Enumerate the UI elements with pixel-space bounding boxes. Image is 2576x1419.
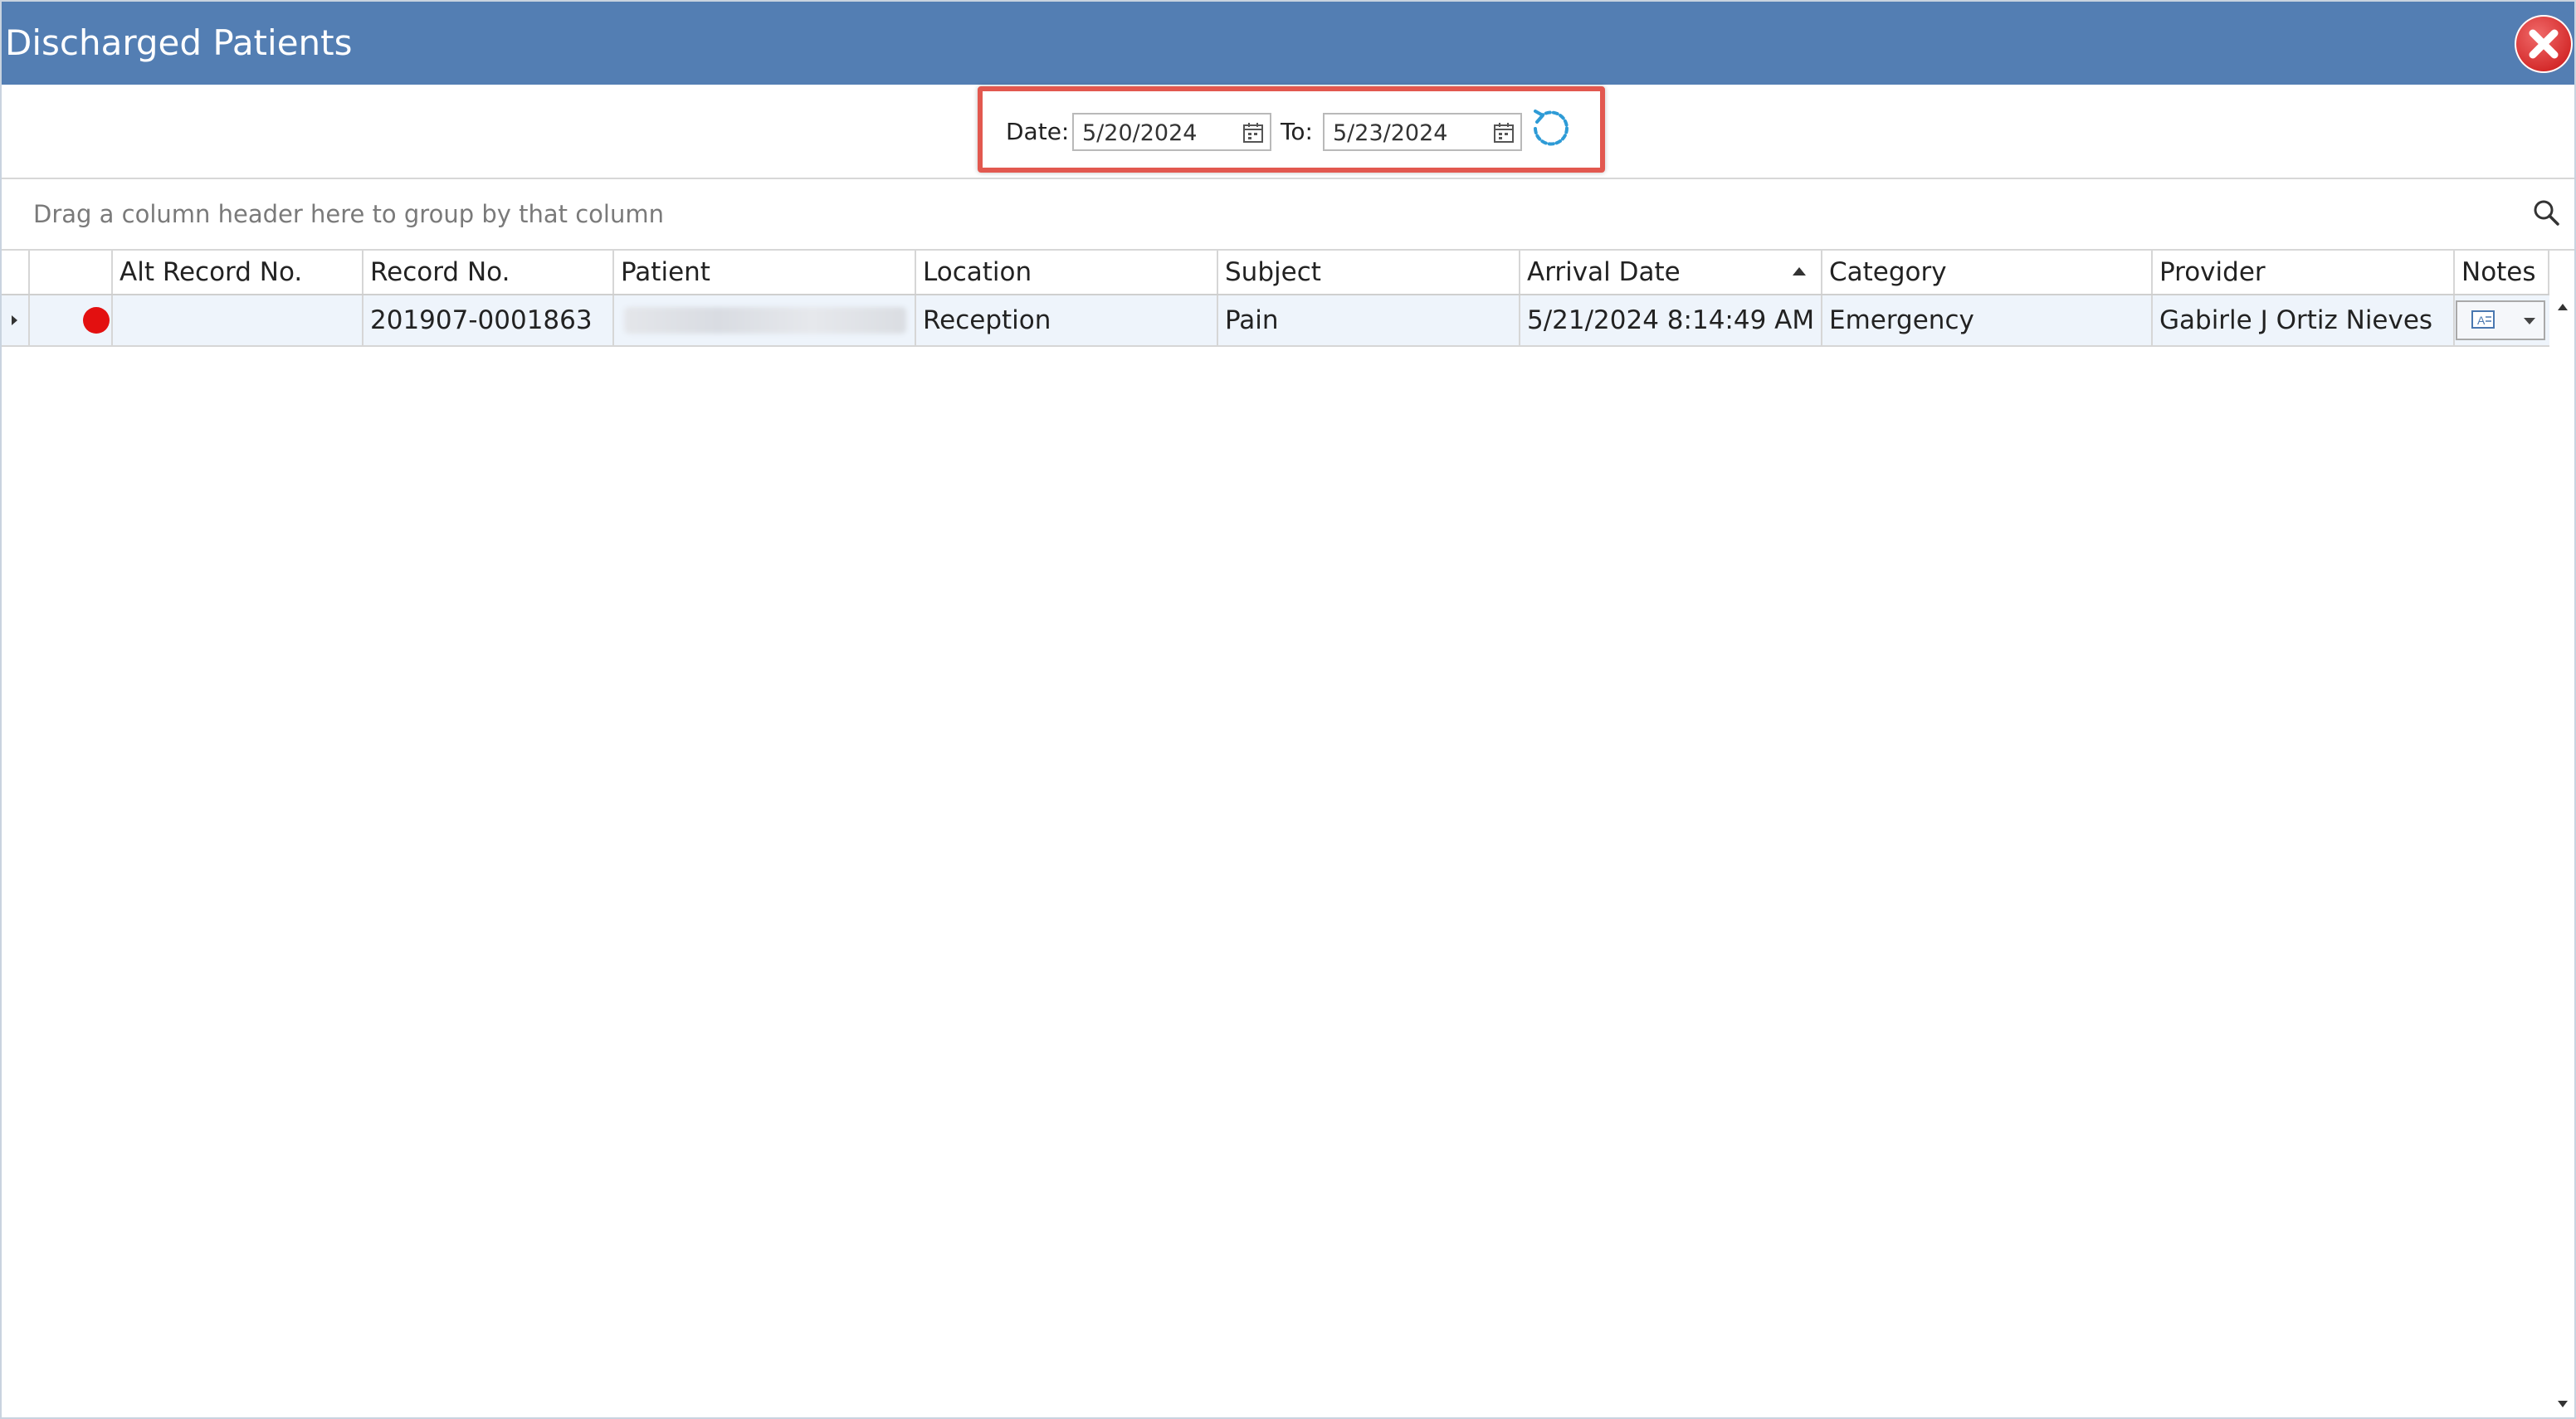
calendar-icon[interactable] (1492, 121, 1515, 144)
status-dot-icon (83, 307, 110, 334)
column-header-status[interactable] (30, 251, 113, 294)
search-icon[interactable] (2531, 197, 2561, 227)
alt-record-no-cell (113, 295, 363, 345)
column-header-location[interactable]: Location (916, 251, 1218, 294)
row-indicator-icon (12, 315, 17, 325)
status-cell (30, 295, 113, 345)
from-date-value: 5/20/2024 (1082, 120, 1198, 146)
row-indicator-header (2, 251, 30, 294)
discharged-patients-window: Discharged Patients Date: 5/20/2024 To: (0, 0, 2576, 1419)
arrival-date-cell: 5/21/2024 8:14:49 AM (1520, 295, 1822, 345)
column-header-patient[interactable]: Patient (614, 251, 916, 294)
close-button[interactable] (2515, 15, 2573, 73)
column-header-subject[interactable]: Subject (1218, 251, 1520, 294)
from-date-input[interactable]: 5/20/2024 (1072, 113, 1271, 151)
to-date-input[interactable]: 5/23/2024 (1323, 113, 1522, 151)
column-header-record-no[interactable]: Record No. (363, 251, 614, 294)
scroll-down-icon[interactable] (2558, 1401, 2568, 1407)
subject-cell: Pain (1218, 295, 1520, 345)
record-no-cell: 201907-0001863 (363, 295, 614, 345)
to-date-value: 5/23/2024 (1333, 120, 1448, 146)
vertical-scrollbar[interactable] (2551, 295, 2574, 1416)
group-by-panel[interactable]: Drag a column header here to group by th… (2, 179, 2574, 251)
provider-cell: Gabirle J Ortiz Nieves (2153, 295, 2455, 345)
location-cell: Reception (916, 295, 1218, 345)
group-by-hint: Drag a column header here to group by th… (33, 200, 664, 228)
chevron-down-icon (2524, 318, 2535, 324)
scroll-up-icon[interactable] (2558, 304, 2568, 310)
row-indicator-cell (2, 295, 30, 345)
redacted-patient-name (624, 307, 906, 334)
title-bar: Discharged Patients (2, 2, 2574, 85)
date-label: Date: (1006, 118, 1070, 145)
window-title: Discharged Patients (5, 22, 353, 63)
column-header-arrival-date[interactable]: Arrival Date (1520, 251, 1822, 294)
table-row[interactable]: 201907-0001863 Reception Pain 5/21/2024 … (2, 295, 2549, 347)
notes-dropdown[interactable]: A (2456, 300, 2545, 340)
grid-header-row: Alt Record No. Record No. Patient Locati… (2, 251, 2549, 295)
date-filter-bar: Date: 5/20/2024 To: 5/23/2024 (2, 85, 2574, 179)
column-header-notes[interactable]: Notes (2455, 251, 2549, 294)
column-header-alt-record-no[interactable]: Alt Record No. (113, 251, 363, 294)
column-header-category[interactable]: Category (1822, 251, 2153, 294)
document-icon: A (2471, 310, 2495, 329)
arrival-date-header-label: Arrival Date (1527, 257, 1681, 287)
category-cell: Emergency (1822, 295, 2153, 345)
calendar-icon[interactable] (1242, 121, 1265, 144)
close-icon (2529, 29, 2559, 59)
svg-text:A: A (2477, 314, 2486, 327)
column-header-provider[interactable]: Provider (2153, 251, 2455, 294)
sort-ascending-icon (1793, 267, 1806, 276)
patients-grid: Alt Record No. Record No. Patient Locati… (2, 251, 2574, 1417)
patient-cell (614, 295, 916, 345)
to-label: To: (1281, 118, 1313, 145)
refresh-icon[interactable] (1527, 105, 1575, 153)
